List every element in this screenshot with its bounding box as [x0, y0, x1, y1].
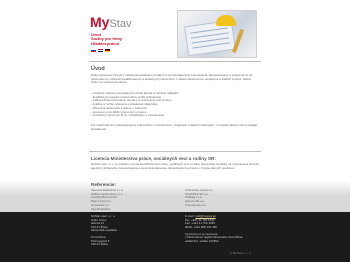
footer-line: oddiel Sro, vložka 12345/L [185, 238, 220, 243]
license-title: Licencia Ministerstva práce, sociálnych … [91, 156, 216, 161]
logo[interactable]: MyStav [90, 14, 131, 30]
references-title: Referencie: [91, 182, 117, 187]
page-title: Úvod [91, 66, 105, 72]
footer: MyStav spol. s r. o. Sídlo firmy: Hlavná… [0, 212, 350, 262]
helmet-graphic [216, 15, 236, 26]
flag-de-icon[interactable] [105, 49, 110, 52]
footer-contact: E-mail: info@mystav.sk Tel.: +421 41 700… [185, 214, 261, 243]
benefits-list: - efektívne riešenie personálnych potrie… [91, 91, 259, 118]
copyright: © MyStav s. r. o. [230, 251, 252, 255]
header-photo [177, 10, 257, 58]
main-menu: Úvod Služby pre firmy Hľadám prácu! [91, 32, 141, 46]
references-right: Inžinierske stavby a.s. SKANSKA SK a.s. … [185, 188, 261, 208]
reference-item: Zipp Bratislava [91, 206, 111, 211]
menu-item-hladam-pracu[interactable]: Hľadám prácu! [91, 41, 141, 46]
logo-my: My [90, 14, 110, 30]
footer-address: MyStav spol. s r. o. Sídlo firmy: Hlavná… [91, 214, 171, 247]
license-paragraph: MyStav spol. s r.o. je držiteľom povolen… [91, 162, 259, 170]
references-left: Siemens Elektrárne s.r.o. Dalkia Constru… [91, 188, 171, 211]
flag-en-icon[interactable] [98, 49, 103, 52]
intro-paragraph: Naša spoločnosť pôsobí v oblasti personá… [91, 73, 253, 85]
footer-line: 010 01 Žilina [91, 242, 108, 246]
services-paragraph: Pre našich klientov zabezpečujeme pracov… [91, 123, 258, 131]
list-item: - komplexný servis pre firmy i uchádzačo… [91, 113, 165, 118]
divider [89, 61, 261, 62]
page: MyStav Úvod Služby pre firmy Hľadám prác… [0, 0, 350, 262]
flag-sk-icon[interactable] [91, 49, 96, 52]
logo-stav: Stav [109, 18, 132, 30]
reference-item: Chemkostav a.s. [185, 202, 207, 207]
language-flags [91, 49, 110, 53]
divider [89, 151, 261, 152]
